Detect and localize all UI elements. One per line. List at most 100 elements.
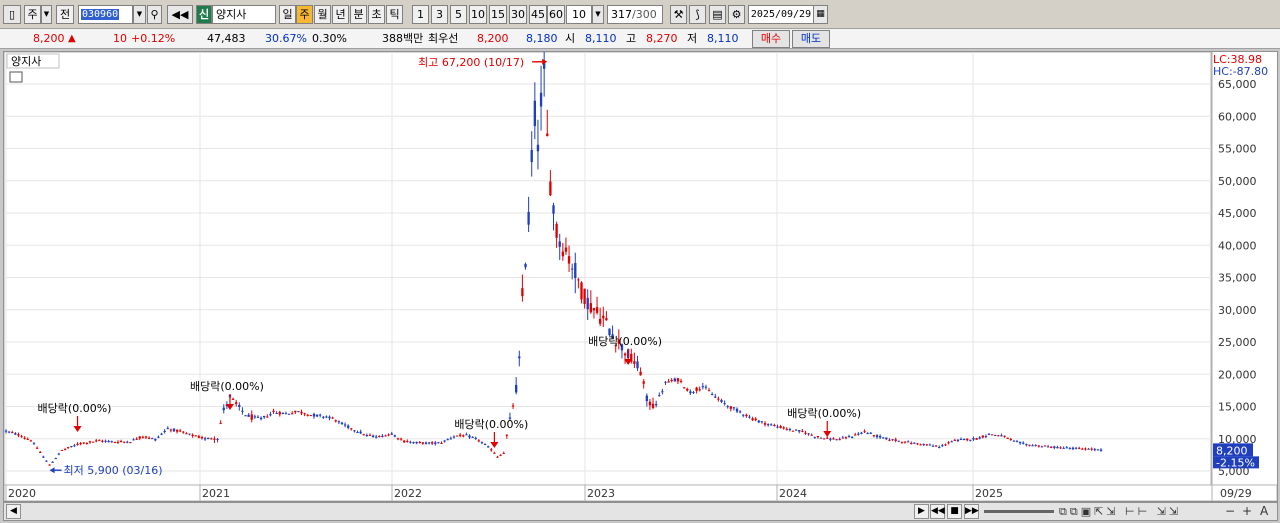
interval-button-15[interactable]: 15 [489, 5, 507, 24]
candle-body [598, 318, 602, 324]
count-input[interactable]: 317/300 [607, 5, 663, 24]
indicator-icon[interactable]: ⟆ [689, 5, 706, 24]
candle-body [763, 423, 767, 425]
sell-button[interactable]: 매도 [792, 30, 830, 48]
candle-body [922, 443, 925, 446]
gear-icon[interactable]: ⚙ [728, 5, 745, 24]
candle-body [623, 353, 627, 356]
candle-body [997, 435, 1000, 437]
stop-icon[interactable]: ■ [947, 504, 962, 519]
candle-body [331, 417, 334, 419]
dropdown-arrow-icon[interactable]: ▼ [41, 5, 52, 24]
candle-body [278, 411, 281, 415]
candle-body [658, 395, 661, 397]
period-button-0[interactable]: 일 [279, 5, 296, 24]
candle-body [667, 381, 670, 383]
y-tick-label: 45,000 [1218, 207, 1257, 220]
candle-body [328, 416, 331, 419]
dividend-annotation: 배당락(0.00%) [38, 402, 112, 415]
interval-button-30[interactable]: 30 [509, 5, 527, 24]
candle-body [1053, 446, 1056, 448]
period-type-select[interactable]: 주 [24, 5, 41, 24]
candle-body [63, 449, 67, 451]
quote-bar: 8,200 ▲ 10 +0.12% 47,483 30.67% 0.30% 38… [0, 29, 1280, 49]
candle-body [322, 416, 325, 418]
period-button-5[interactable]: 초 [368, 5, 385, 24]
interval-button-3[interactable]: 3 [431, 5, 448, 24]
candle-body [421, 442, 425, 444]
candle-body [362, 434, 365, 436]
interval-button-5[interactable]: 5 [450, 5, 467, 24]
y-tick-label: 50,000 [1218, 175, 1257, 188]
zoom-in-button[interactable]: + [1242, 503, 1252, 520]
candle-body [350, 428, 353, 430]
candle-body [194, 435, 197, 437]
save-icon[interactable]: ▤ [709, 5, 726, 24]
period-button-4[interactable]: 분 [350, 5, 367, 24]
candlestick-chart[interactable]: 최고 67,200 (10/17) 최저 5,900 (03/16) 배당락(0.0… [4, 52, 1277, 501]
search-icon[interactable]: ⚲ [147, 5, 162, 24]
grid-toggle-icon[interactable] [9, 71, 23, 83]
candle-body [496, 456, 499, 458]
candle-body [11, 432, 14, 434]
high-price: 8,270 [646, 32, 678, 45]
first-page-icon[interactable]: ◀◀ [930, 504, 945, 519]
candle-body [863, 431, 866, 433]
candle-body [682, 387, 686, 389]
calendar-icon[interactable]: ▦ [813, 5, 828, 24]
toolbar: ▯ 주 ▼ 전 030960 ▼ ⚲ ◀◀ 신 양지사 10 ▼ 317/300… [0, 0, 1280, 29]
period-button-1[interactable]: 주 [296, 5, 313, 24]
buy-button[interactable]: 매수 [752, 30, 790, 48]
candle-body [378, 436, 381, 438]
candle-body [424, 442, 428, 444]
chart-type-icon[interactable]: ⚒ [670, 5, 687, 24]
scroll-left-icon[interactable]: ◀ [6, 504, 21, 519]
period-button-3[interactable]: 년 [332, 5, 349, 24]
candle-body [934, 445, 938, 447]
candle-body [132, 439, 135, 441]
candle [975, 437, 978, 440]
y-tick-label: 35,000 [1218, 272, 1257, 285]
chart-settings-icon[interactable]: ▯ [3, 5, 21, 24]
speaker-icon[interactable]: ◀◀ [167, 5, 193, 24]
interval-button-1[interactable]: 1 [412, 5, 429, 24]
scroll-right-icon[interactable]: ▶ [914, 504, 929, 519]
prev-button[interactable]: 전 [56, 5, 74, 24]
zoom-slider[interactable] [984, 510, 1054, 513]
candle-body [210, 438, 213, 440]
candle-body [838, 439, 841, 441]
period-button-2[interactable]: 월 [314, 5, 331, 24]
stock-code-input[interactable]: 030960 [78, 5, 133, 24]
interval-dropdown-icon[interactable]: ▼ [592, 5, 604, 24]
font-size-button[interactable]: A [1260, 503, 1268, 520]
candle-body [490, 449, 493, 451]
candle-body [810, 434, 813, 436]
candle-body [692, 391, 695, 393]
candle-body [309, 415, 313, 417]
interval-button-45[interactable]: 45 [529, 5, 547, 24]
candle-body [959, 438, 963, 440]
zoom-out-button[interactable]: − [1225, 503, 1235, 520]
candle-body [760, 421, 764, 423]
candle-body [835, 439, 838, 441]
interval-button-60[interactable]: 60 [547, 5, 565, 24]
code-dropdown-icon[interactable]: ▼ [133, 5, 146, 24]
stock-name-field[interactable]: 양지사 [212, 5, 276, 24]
candle-body [334, 420, 337, 422]
interval-button-10[interactable]: 10 [469, 5, 487, 24]
candle-body [48, 464, 51, 466]
candle-body [487, 446, 490, 448]
interval-input[interactable]: 10 [566, 5, 592, 24]
candle-body [984, 436, 988, 438]
candle-body [844, 437, 848, 439]
candle-body [157, 436, 160, 438]
last-page-icon[interactable]: ▶▶ [964, 504, 979, 519]
date-input[interactable]: 2025/09/29 [748, 5, 814, 24]
price-chart[interactable]: 최고 67,200 (10/17) 최저 5,900 (03/16) 배당락(0.0… [3, 51, 1278, 502]
candle-body [903, 441, 907, 443]
candle-body [539, 92, 543, 107]
candle-body [384, 435, 387, 437]
period-button-6[interactable]: 틱 [386, 5, 403, 24]
chart-scrollbar[interactable]: ◀ ▶ ◀◀ ■ ▶▶ ⧉⧉▣⇱⇲ ⊢⊢ ⇲⇲ − + A [3, 502, 1278, 521]
stock-code-value: 030960 [81, 9, 120, 20]
